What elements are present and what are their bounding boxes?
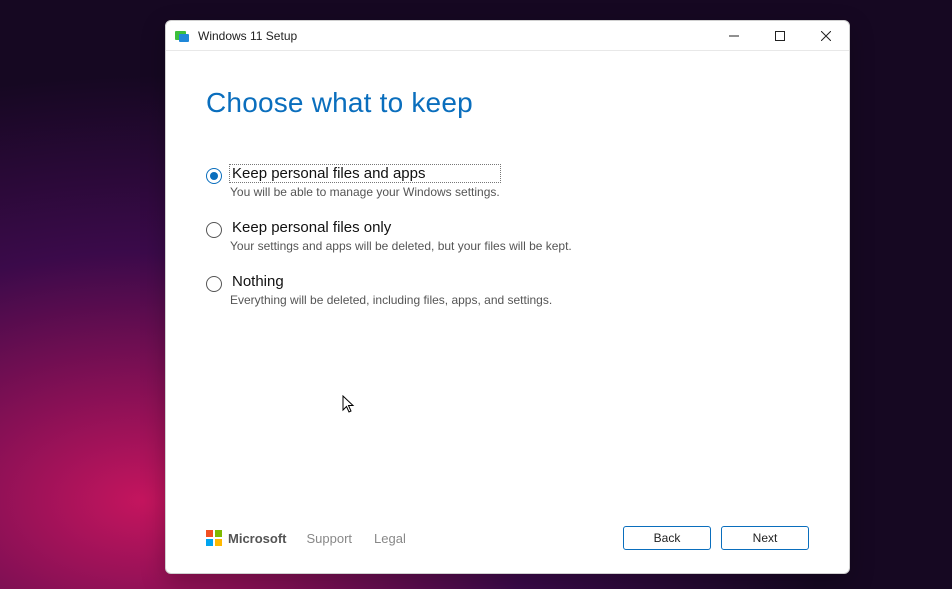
minimize-button[interactable] — [711, 21, 757, 51]
option-label: Nothing — [230, 273, 552, 290]
app-icon — [174, 28, 190, 44]
radio-icon — [206, 222, 222, 238]
option-text: Keep personal files only Your settings a… — [230, 219, 572, 253]
support-link[interactable]: Support — [307, 531, 353, 546]
microsoft-text: Microsoft — [228, 531, 287, 546]
titlebar: Windows 11 Setup — [166, 21, 849, 51]
page-heading: Choose what to keep — [206, 87, 809, 119]
microsoft-icon — [206, 530, 222, 546]
content-area: Choose what to keep Keep personal files … — [166, 51, 849, 517]
option-text: Keep personal files and apps You will be… — [230, 165, 500, 199]
option-description: Your settings and apps will be deleted, … — [230, 239, 572, 253]
window-title: Windows 11 Setup — [198, 29, 297, 43]
option-description: Everything will be deleted, including fi… — [230, 293, 552, 307]
maximize-button[interactable] — [757, 21, 803, 51]
option-text: Nothing Everything will be deleted, incl… — [230, 273, 552, 307]
back-button[interactable]: Back — [623, 526, 711, 550]
footer: Microsoft Support Legal Back Next — [166, 517, 849, 573]
setup-window: Windows 11 Setup Choose what to keep Kee… — [165, 20, 850, 574]
option-label: Keep personal files only — [230, 219, 572, 236]
window-controls — [711, 21, 849, 51]
microsoft-logo: Microsoft — [206, 530, 287, 546]
legal-link[interactable]: Legal — [374, 531, 406, 546]
option-description: You will be able to manage your Windows … — [230, 185, 500, 199]
option-keep-files-only[interactable]: Keep personal files only Your settings a… — [206, 219, 809, 253]
next-button[interactable]: Next — [721, 526, 809, 550]
radio-icon — [206, 168, 222, 184]
radio-icon — [206, 276, 222, 292]
option-nothing[interactable]: Nothing Everything will be deleted, incl… — [206, 273, 809, 307]
close-button[interactable] — [803, 21, 849, 51]
option-keep-files-and-apps[interactable]: Keep personal files and apps You will be… — [206, 165, 809, 199]
option-label: Keep personal files and apps — [230, 165, 500, 182]
